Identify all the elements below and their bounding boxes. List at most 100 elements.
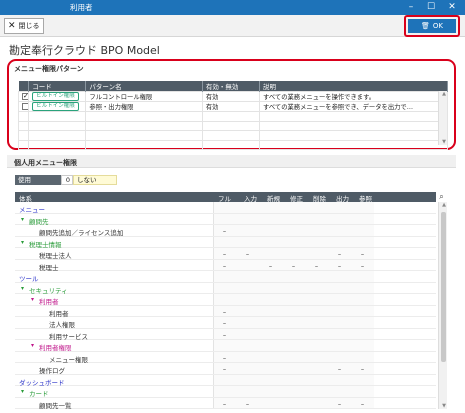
scroll-up-icon[interactable]: ▲ [440, 91, 448, 97]
expand-icon[interactable]: ▾ [31, 296, 34, 303]
description-cell: すべての業務メニューを参照でき、データを出力で… [259, 101, 448, 112]
tree-row-label: 税理士情報 [29, 240, 62, 249]
tree-row-label: 顧問先追加／ライセンス追加 [39, 229, 124, 237]
close-icon: ✕ [8, 21, 16, 31]
permission-cell[interactable]: – [214, 365, 235, 373]
permission-cell[interactable]: – [329, 250, 350, 258]
tree-row[interactable]: 法人権限 – [15, 317, 436, 329]
permission-cell[interactable]: – [283, 262, 304, 270]
tree-row-label: 利用者 [49, 309, 69, 318]
permission-cell[interactable]: – [352, 365, 373, 373]
pattern-name-cell: フルコントロール権限 [85, 91, 203, 102]
row-checkbox[interactable]: ✓ [22, 93, 28, 100]
tree-row-label: ツール [19, 275, 39, 283]
permission-cell[interactable]: – [237, 400, 258, 408]
tree-row-label: 顧問先一覧 [39, 401, 72, 410]
expand-icon[interactable]: ▾ [21, 388, 24, 395]
table-row[interactable]: ビルトイン権限 参照・出力権限 有効 すべての業務メニューを参照でき、データを出… [17, 101, 448, 112]
column-header-code[interactable]: コード [28, 81, 87, 92]
expand-icon[interactable]: ▾ [21, 216, 24, 223]
expand-icon[interactable]: ▾ [31, 342, 34, 349]
empty-row [17, 139, 448, 150]
permission-cell[interactable]: – [214, 250, 235, 258]
tree-row-label: カード [29, 390, 49, 398]
column-header-status[interactable]: 有効・無効 [202, 81, 261, 92]
scroll-down-icon[interactable]: ▼ [440, 403, 448, 409]
trash-icon: 🗑 [421, 22, 430, 30]
table-row[interactable]: ✓ ビルトイン権限 フルコントロール権限 有効 すべての業務メニューを操作できま… [17, 91, 448, 102]
tree-row[interactable]: メニュー権限 – [15, 352, 436, 364]
expand-icon[interactable]: ▾ [21, 239, 24, 246]
tree-row[interactable]: ▾ツール [15, 271, 436, 283]
permission-cell[interactable]: – [214, 262, 235, 270]
tree-row[interactable]: 利用者 – [15, 306, 436, 318]
tree-row-label: セキュリティ [29, 286, 68, 295]
tree-row[interactable]: ▾ダッシュボード [15, 375, 436, 387]
permission-cell[interactable]: – [214, 400, 235, 408]
tree-row[interactable]: ▾ 利用者権限 [15, 340, 436, 352]
scroll-down-icon[interactable]: ▼ [440, 139, 448, 145]
ok-button-highlight: 🗑 OK [404, 15, 460, 37]
window-titlebar: 利用者 – ☐ ✕ [0, 0, 465, 15]
row-checkbox[interactable] [22, 102, 28, 110]
tree-search-icon[interactable]: ⌕ [437, 192, 446, 201]
scroll-thumb[interactable] [441, 212, 446, 362]
tree-row[interactable]: ▾ 顧問先 [15, 214, 436, 226]
builtin-badge: ビルトイン権限 [32, 92, 79, 101]
ok-button[interactable]: 🗑 OK [408, 19, 456, 33]
permission-cell[interactable]: – [329, 262, 350, 270]
permission-cell[interactable]: – [352, 250, 373, 258]
permission-cell[interactable]: – [237, 250, 258, 258]
pattern-scrollbar[interactable]: ▲ ▼ [438, 91, 447, 145]
status-cell: 有効 [201, 91, 261, 102]
status-cell: 有効 [201, 101, 261, 112]
permission-cell[interactable]: – [214, 319, 235, 327]
permission-cell[interactable]: – [306, 262, 327, 270]
minimize-icon[interactable]: – [403, 1, 419, 13]
builtin-badge: ビルトイン権限 [32, 102, 79, 111]
usage-value-input[interactable]: 0 [61, 175, 73, 185]
tree-row[interactable]: 操作ログ – – – [15, 363, 436, 375]
permission-cell[interactable]: – [214, 227, 235, 235]
window-title: 利用者 [70, 3, 93, 12]
tree-row[interactable]: ▾ 利用者 [15, 294, 436, 306]
tree-row-label: 法人権限 [49, 321, 75, 329]
permission-cell[interactable]: – [329, 365, 350, 373]
permission-cell[interactable]: – [214, 354, 235, 362]
close-window-icon[interactable]: ✕ [444, 1, 460, 13]
toolbar: ✕ 閉じる [0, 15, 465, 37]
empty-row [17, 120, 448, 131]
tree-scrollbar[interactable]: ▲ ▼ [438, 202, 447, 409]
tree-row[interactable]: ▾メニュー [15, 202, 436, 214]
tree-row[interactable]: ▾ 税理士情報 [15, 237, 436, 249]
ok-button-label: OK [432, 22, 443, 30]
permission-tree: ▾メニュー▾顧問先顧問先追加／ライセンス追加–▾税理士情報税理士法人––––税理… [15, 202, 436, 409]
permission-cell[interactable]: – [214, 331, 235, 339]
tree-row[interactable]: ▾ カード [15, 386, 436, 398]
tree-row-label: 税理士 [39, 263, 59, 272]
column-header-pattern-name[interactable]: パターン名 [85, 81, 203, 92]
pattern-table: コード パターン名 有効・無効 説明 ✓ ビルトイン権限 フルコントロール権限 … [17, 81, 448, 150]
tree-row-label: 操作ログ [39, 367, 65, 375]
close-button-label: 閉じる [18, 22, 40, 30]
expand-icon[interactable]: ▾ [21, 285, 24, 292]
tree-row[interactable]: 利用サービス – [15, 329, 436, 341]
check-column-header [18, 81, 30, 92]
permission-cell[interactable]: – [352, 400, 373, 408]
permission-cell[interactable]: – [352, 262, 373, 270]
tree-row[interactable]: ▾ セキュリティ [15, 283, 436, 295]
column-header-description[interactable]: 説明 [259, 81, 448, 92]
tree-row[interactable]: 税理士 – – – – – – [15, 260, 436, 272]
permission-cell[interactable]: – [329, 400, 350, 408]
tree-row[interactable]: 顧問先追加／ライセンス追加 – [15, 225, 436, 237]
permission-cell[interactable]: – [214, 308, 235, 316]
tree-row-label: 税理士法人 [39, 252, 72, 260]
tree-row-label: 顧問先 [29, 217, 49, 226]
scroll-up-icon[interactable]: ▲ [440, 202, 448, 208]
tree-row[interactable]: 顧問先一覧 – – – – [15, 398, 436, 410]
permission-cell[interactable]: – [260, 262, 281, 270]
maximize-icon[interactable]: ☐ [423, 1, 439, 13]
description-cell: すべての業務メニューを操作できます。 [259, 91, 448, 102]
close-button[interactable]: ✕ 閉じる [4, 18, 44, 34]
tree-row[interactable]: 税理士法人 – – – – [15, 248, 436, 260]
